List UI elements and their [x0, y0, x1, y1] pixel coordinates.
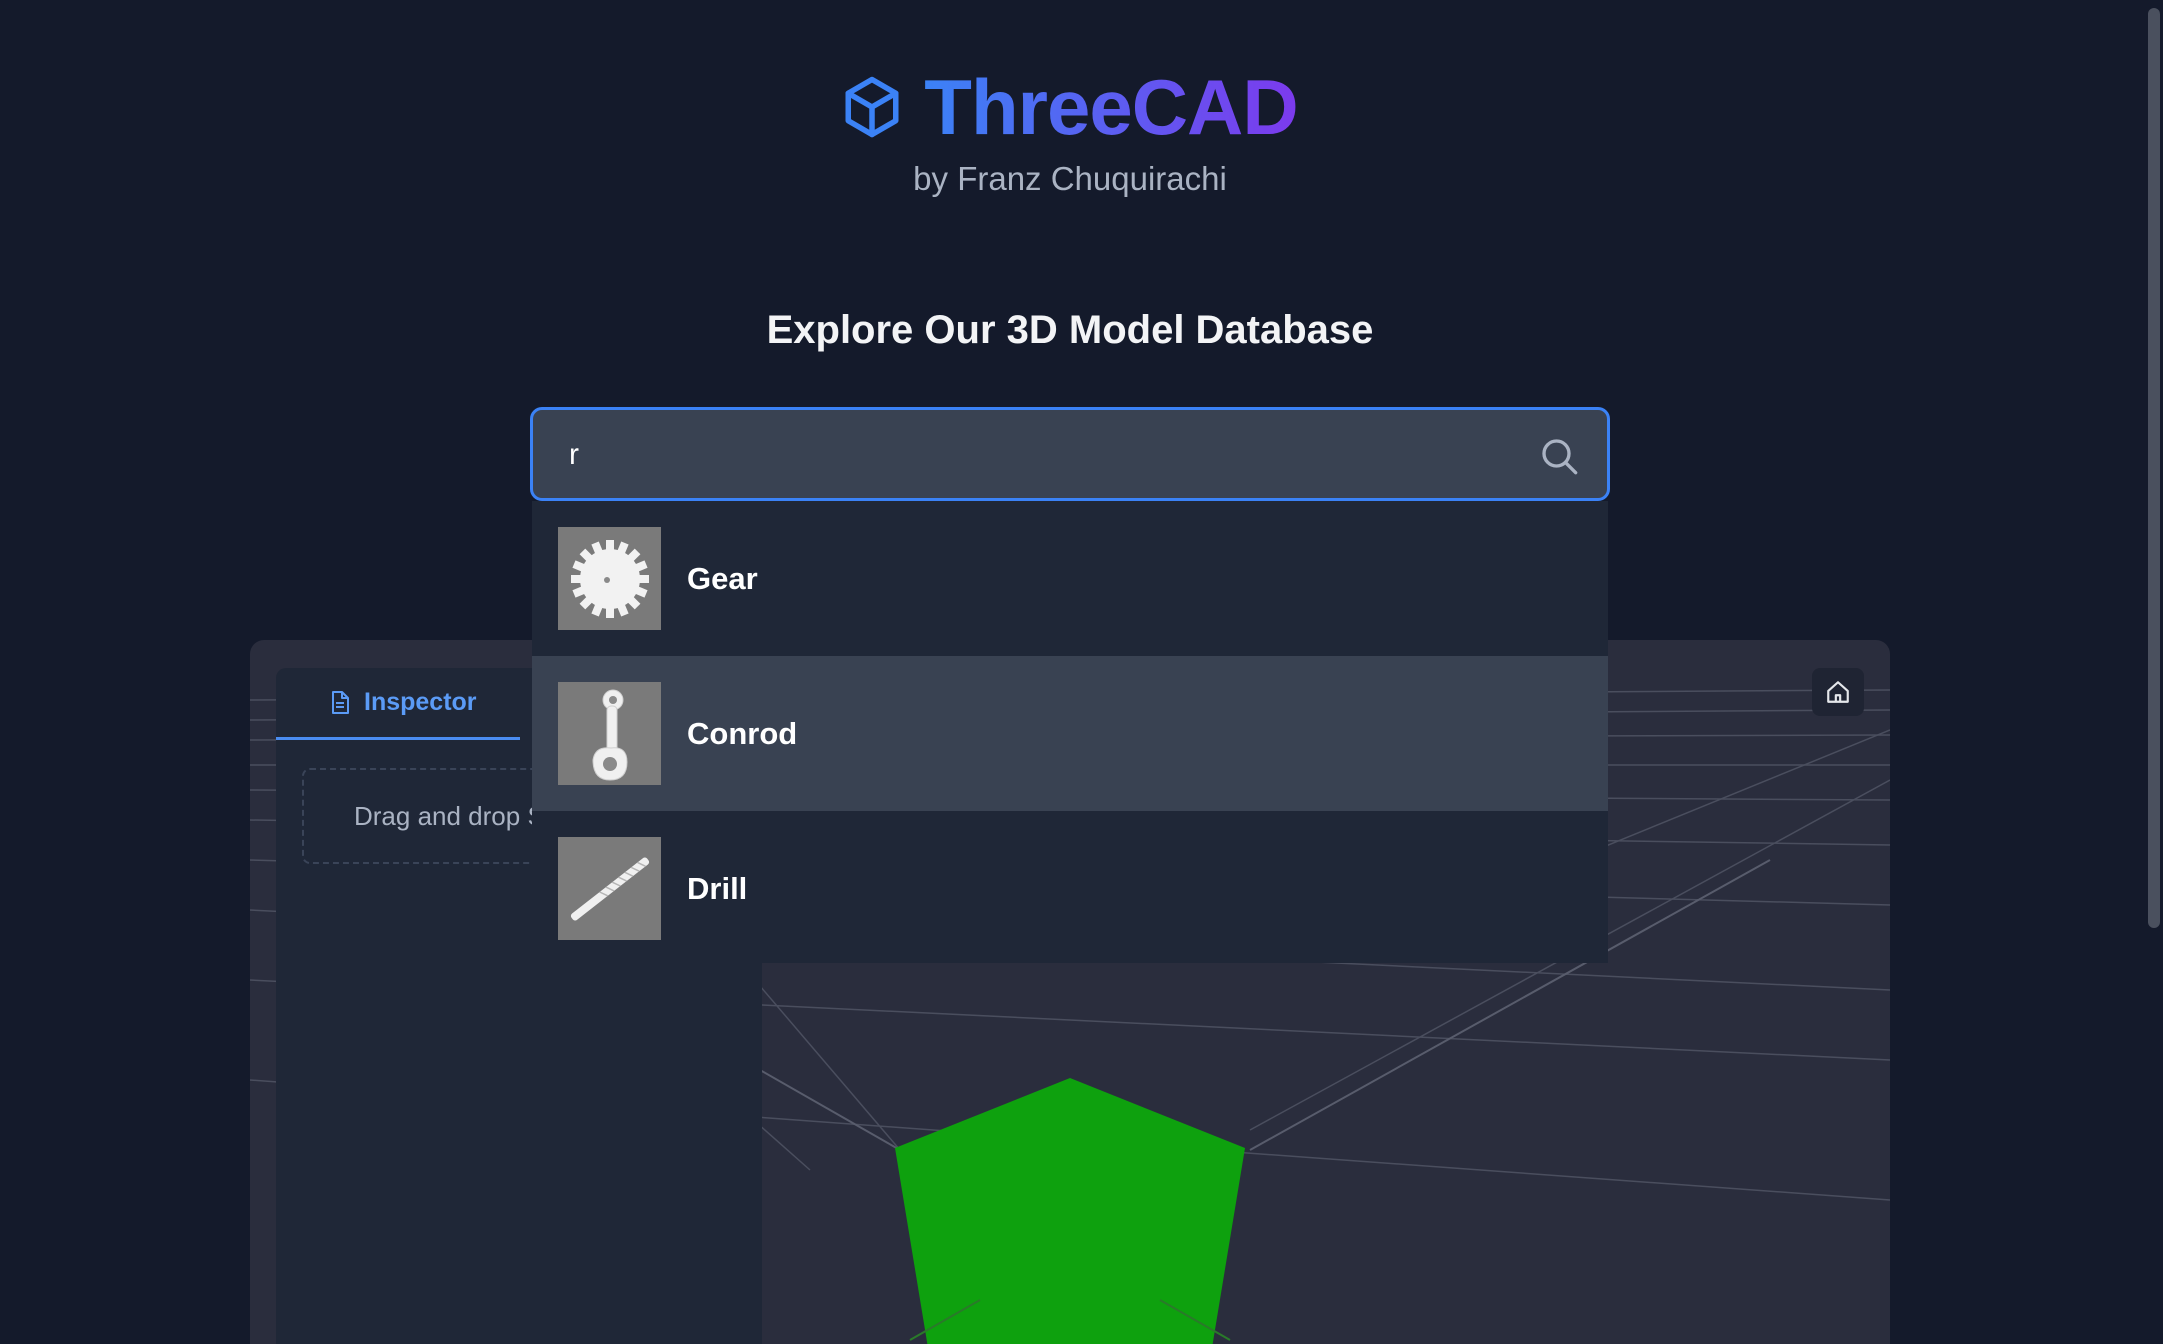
result-label: Conrod: [687, 715, 798, 751]
model-mesh: [895, 1078, 1245, 1344]
cube-icon: [845, 76, 899, 138]
gear-thumbnail: [558, 527, 661, 630]
search-input[interactable]: [569, 432, 1509, 478]
home-icon: [1827, 681, 1849, 703]
page-scrollbar[interactable]: [2143, 0, 2163, 1344]
document-icon: [332, 690, 349, 714]
page: ThreeCAD by Franz Chuquirachi Explore Ou…: [0, 0, 2163, 1344]
app-title: ThreeCAD: [924, 63, 1298, 151]
result-label: Drill: [687, 870, 748, 906]
result-label: Gear: [687, 560, 758, 596]
home-button[interactable]: [1812, 668, 1864, 716]
result-item-gear[interactable]: Gear: [532, 501, 1608, 656]
drill-thumbnail: [558, 837, 661, 940]
result-item-drill[interactable]: Drill: [532, 811, 1608, 966]
app-subtitle: by Franz Chuquirachi: [913, 160, 1227, 197]
dropzone-text: Drag and drop S: [354, 800, 545, 831]
search-icon[interactable]: [1539, 436, 1579, 476]
conrod-thumbnail: [558, 682, 661, 785]
tab-inspector[interactable]: Inspector: [276, 668, 520, 740]
brand-header: ThreeCAD: [0, 62, 2140, 152]
tab-inspector-label: Inspector: [364, 688, 477, 716]
section-title: Explore Our 3D Model Database: [766, 308, 1374, 352]
search-results-dropdown: Gear Conrod Drill: [532, 501, 1608, 963]
search-box[interactable]: [530, 407, 1610, 501]
result-item-conrod[interactable]: Conrod: [532, 656, 1608, 811]
scrollbar-thumb[interactable]: [2148, 8, 2160, 928]
